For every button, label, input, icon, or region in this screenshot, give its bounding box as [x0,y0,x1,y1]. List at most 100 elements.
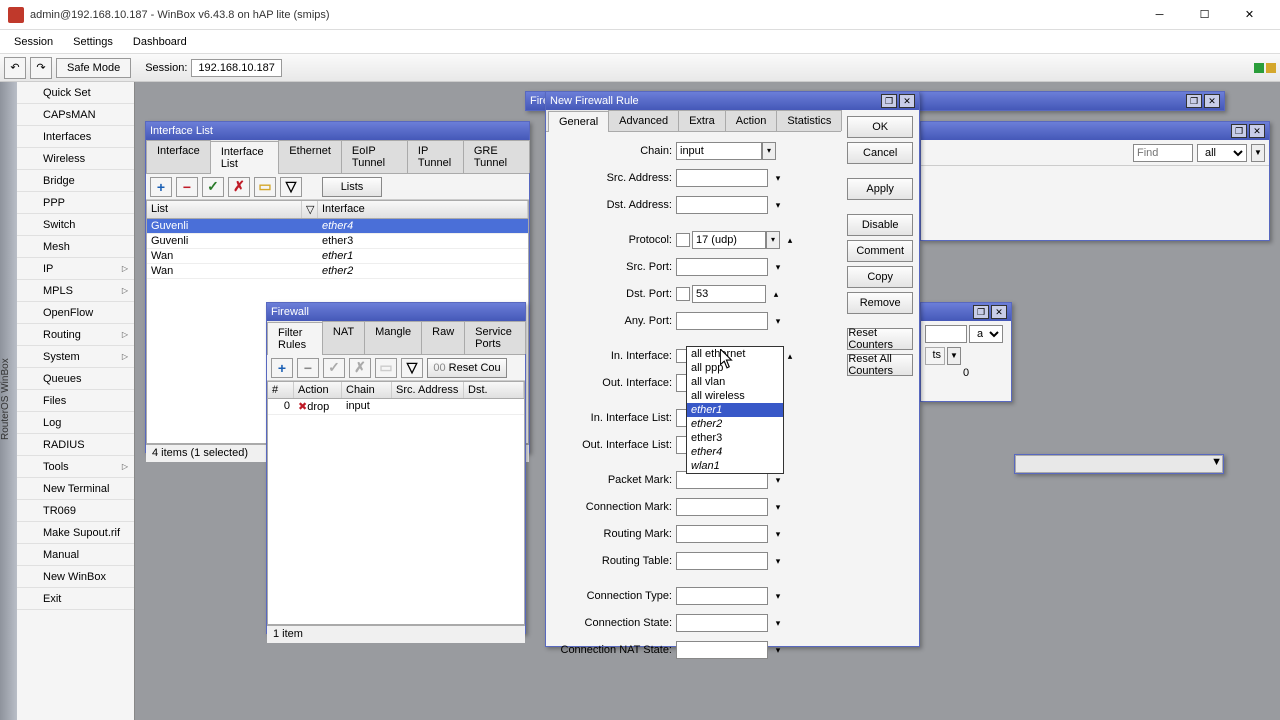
tab-gre-tunnel[interactable]: GRE Tunnel [463,140,530,173]
filter-button[interactable]: ▽ [401,358,423,378]
safe-mode-button[interactable]: Safe Mode [56,58,131,78]
input-src_addr[interactable] [676,169,768,187]
menu-item-mesh[interactable]: Mesh [17,236,134,258]
col-action[interactable]: Action [294,382,342,398]
remove-button[interactable]: − [176,177,198,197]
tab-eoip-tunnel[interactable]: EoIP Tunnel [341,140,408,173]
tab-ip-tunnel[interactable]: IP Tunnel [407,140,464,173]
dropdown-option-all-wireless[interactable]: all wireless [687,389,783,403]
disable-button[interactable]: Disable [847,214,913,236]
menu-item-log[interactable]: Log [17,412,134,434]
add-button[interactable]: + [271,358,293,378]
firewall-row[interactable]: 0 ✖drop input [268,399,524,415]
menu-settings[interactable]: Settings [63,33,123,51]
chain-dropdown-icon[interactable]: ▾ [762,142,776,160]
dst_port-expand-icon[interactable]: ▴ [769,285,783,303]
reset-counters-button[interactable]: 00 Reset Cou [427,358,507,378]
input-chain[interactable] [676,142,762,160]
menu-item-openflow[interactable]: OpenFlow [17,302,134,324]
menu-item-files[interactable]: Files [17,390,134,412]
input-routing_table[interactable] [676,552,768,570]
input-conn_nat_state[interactable] [676,641,768,659]
dropdown-option-all-vlan[interactable]: all vlan [687,375,783,389]
conn_type-expand-icon[interactable]: ▾ [771,587,785,605]
conn_state-expand-icon[interactable]: ▾ [771,614,785,632]
interface-list-row[interactable]: Wanether2 [147,264,528,279]
copy-button[interactable]: Copy [847,266,913,288]
input-protocol[interactable] [692,231,766,249]
apply-button[interactable]: Apply [847,178,913,200]
in_iface-expand-icon[interactable]: ▴ [783,347,797,365]
menu-item-ppp[interactable]: PPP [17,192,134,214]
interface-list-row[interactable]: Wanether1 [147,249,528,264]
comment-button[interactable]: ▭ [375,358,397,378]
routing_mark-expand-icon[interactable]: ▾ [771,525,785,543]
undo-button[interactable]: ↶ [4,57,26,79]
src_port-expand-icon[interactable]: ▾ [771,258,785,276]
bg-restore-icon[interactable]: ❐ [1186,94,1202,108]
col-dst[interactable]: Dst. [464,382,524,398]
tab-service-ports[interactable]: Service Ports [464,321,526,354]
menu-item-system[interactable]: System▷ [17,346,134,368]
input-any_port[interactable] [676,312,768,330]
dst_addr-expand-icon[interactable]: ▾ [771,196,785,214]
menu-item-exit[interactable]: Exit [17,588,134,610]
col-src-addr[interactable]: Src. Address [392,382,464,398]
interface-list-title[interactable]: Interface List [146,122,529,140]
tab-raw[interactable]: Raw [421,321,465,354]
filter-button[interactable]: ▽ [280,177,302,197]
restore-icon[interactable]: ❐ [881,94,897,108]
col-interface[interactable]: Interface [318,201,528,218]
remove-button[interactable]: Remove [847,292,913,314]
input-conn_type[interactable] [676,587,768,605]
menu-item-mpls[interactable]: MPLS▷ [17,280,134,302]
close-button[interactable]: ✕ [1227,1,1272,29]
maximize-button[interactable]: ☐ [1182,1,1227,29]
src_addr-expand-icon[interactable]: ▾ [771,169,785,187]
negate-dst_port[interactable] [676,287,690,301]
in-interface-dropdown[interactable]: all ethernetall pppall vlanall wirelesse… [686,346,784,474]
menu-item-radius[interactable]: RADIUS [17,434,134,456]
input-dst_addr[interactable] [676,196,768,214]
interface-list-row[interactable]: Guvenliether3 [147,234,528,249]
menu-item-tr069[interactable]: TR069 [17,500,134,522]
routing_table-expand-icon[interactable]: ▾ [771,552,785,570]
tab-extra[interactable]: Extra [678,110,726,131]
menu-session[interactable]: Session [4,33,63,51]
menu-item-quick-set[interactable]: Quick Set [17,82,134,104]
tab-general[interactable]: General [548,111,609,132]
negate-protocol[interactable] [676,233,690,247]
menu-item-switch[interactable]: Switch [17,214,134,236]
menu-item-queues[interactable]: Queues [17,368,134,390]
redo-button[interactable]: ↷ [30,57,52,79]
find-input[interactable] [1133,144,1193,162]
bg-input[interactable] [925,325,967,343]
conn_mark-expand-icon[interactable]: ▾ [771,498,785,516]
tab-action[interactable]: Action [725,110,778,131]
menu-item-bridge[interactable]: Bridge [17,170,134,192]
tab-nat[interactable]: NAT [322,321,365,354]
menu-item-tools[interactable]: Tools▷ [17,456,134,478]
dropdown-option-all-ethernet[interactable]: all ethernet [687,347,783,361]
dropdown-option-ether2[interactable]: ether2 [687,417,783,431]
bg-close-icon[interactable]: ▼ [1211,456,1222,472]
tab-interface[interactable]: Interface [146,140,211,173]
protocol-expand-icon[interactable]: ▴ [783,231,797,249]
interface-list-row[interactable]: Guvenliether4 [147,219,528,234]
protocol-dropdown-icon[interactable]: ▾ [766,231,780,249]
reset-all-counters-button[interactable]: Reset All Counters [847,354,913,376]
close-icon[interactable]: ✕ [899,94,915,108]
tab-statistics[interactable]: Statistics [776,110,842,131]
remove-button[interactable]: − [297,358,319,378]
enable-button[interactable]: ✓ [202,177,224,197]
bg-close-icon[interactable]: ✕ [1204,94,1220,108]
dropdown-icon[interactable]: ▼ [947,347,961,365]
bg-restore-icon[interactable]: ❐ [973,305,989,319]
dropdown-option-ether4[interactable]: ether4 [687,445,783,459]
filter-all-select[interactable]: all [1197,144,1247,162]
menu-dashboard[interactable]: Dashboard [123,33,197,51]
comment-button[interactable]: Comment [847,240,913,262]
input-dst_port[interactable] [692,285,766,303]
menu-item-interfaces[interactable]: Interfaces [17,126,134,148]
bg-close-icon[interactable]: ✕ [991,305,1007,319]
